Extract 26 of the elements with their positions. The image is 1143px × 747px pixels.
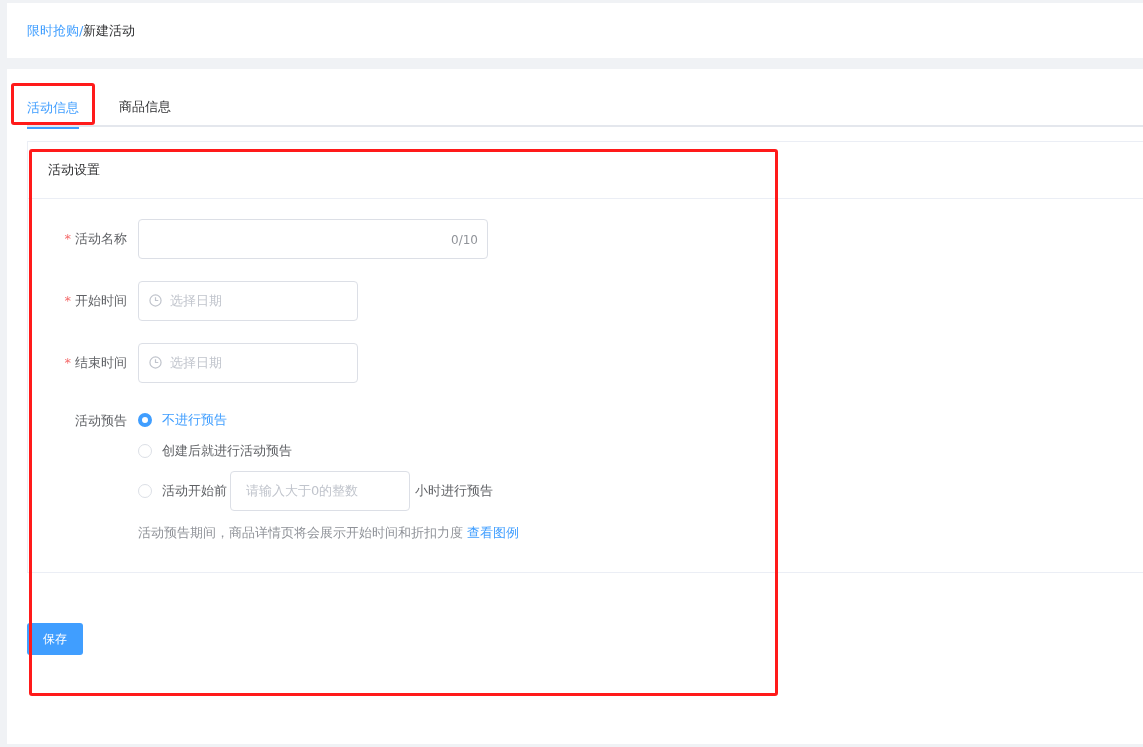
save-button[interactable]: 保存 <box>27 623 83 655</box>
clock-icon <box>149 293 162 307</box>
field-label: 结束时间 <box>75 354 127 370</box>
date-picker-field[interactable]: 选择日期 <box>138 342 358 383</box>
hours-input-field[interactable]: 请输入大于0的整数 <box>230 470 410 511</box>
required-mark: * <box>64 292 71 308</box>
card-title: 活动设置 <box>28 142 1143 199</box>
required-mark: * <box>64 230 71 246</box>
clock-icon <box>149 355 162 369</box>
breadcrumb-link[interactable]: 限时抢购/ <box>27 20 84 41</box>
suffix-text: 小时进行预告 <box>415 481 493 500</box>
radio-option[interactable]: 不进行预告 <box>138 404 227 436</box>
character-counter: 0/10 <box>451 231 478 249</box>
hint-text: 活动预告期间，商品详情页将会展示开始时间和折扣力度 查看图例 <box>138 523 520 542</box>
required-mark: * <box>64 354 71 370</box>
radio-option[interactable]: 活动开始前 <box>138 475 227 506</box>
field-label: 活动名称 <box>75 230 127 246</box>
name-input-field[interactable] <box>138 218 488 259</box>
tab[interactable]: 商品信息 <box>119 87 171 127</box>
date-picker-field[interactable]: 选择日期 <box>138 280 358 321</box>
field-label: 开始时间 <box>75 292 127 308</box>
radio-option[interactable]: 创建后就进行活动预告 <box>138 435 292 467</box>
tab[interactable]: 活动信息 <box>27 87 79 129</box>
example-link[interactable]: 查看图例 <box>467 524 520 540</box>
breadcrumb-current: 新建活动 <box>83 21 136 40</box>
field-label: 活动预告 <box>75 412 127 428</box>
